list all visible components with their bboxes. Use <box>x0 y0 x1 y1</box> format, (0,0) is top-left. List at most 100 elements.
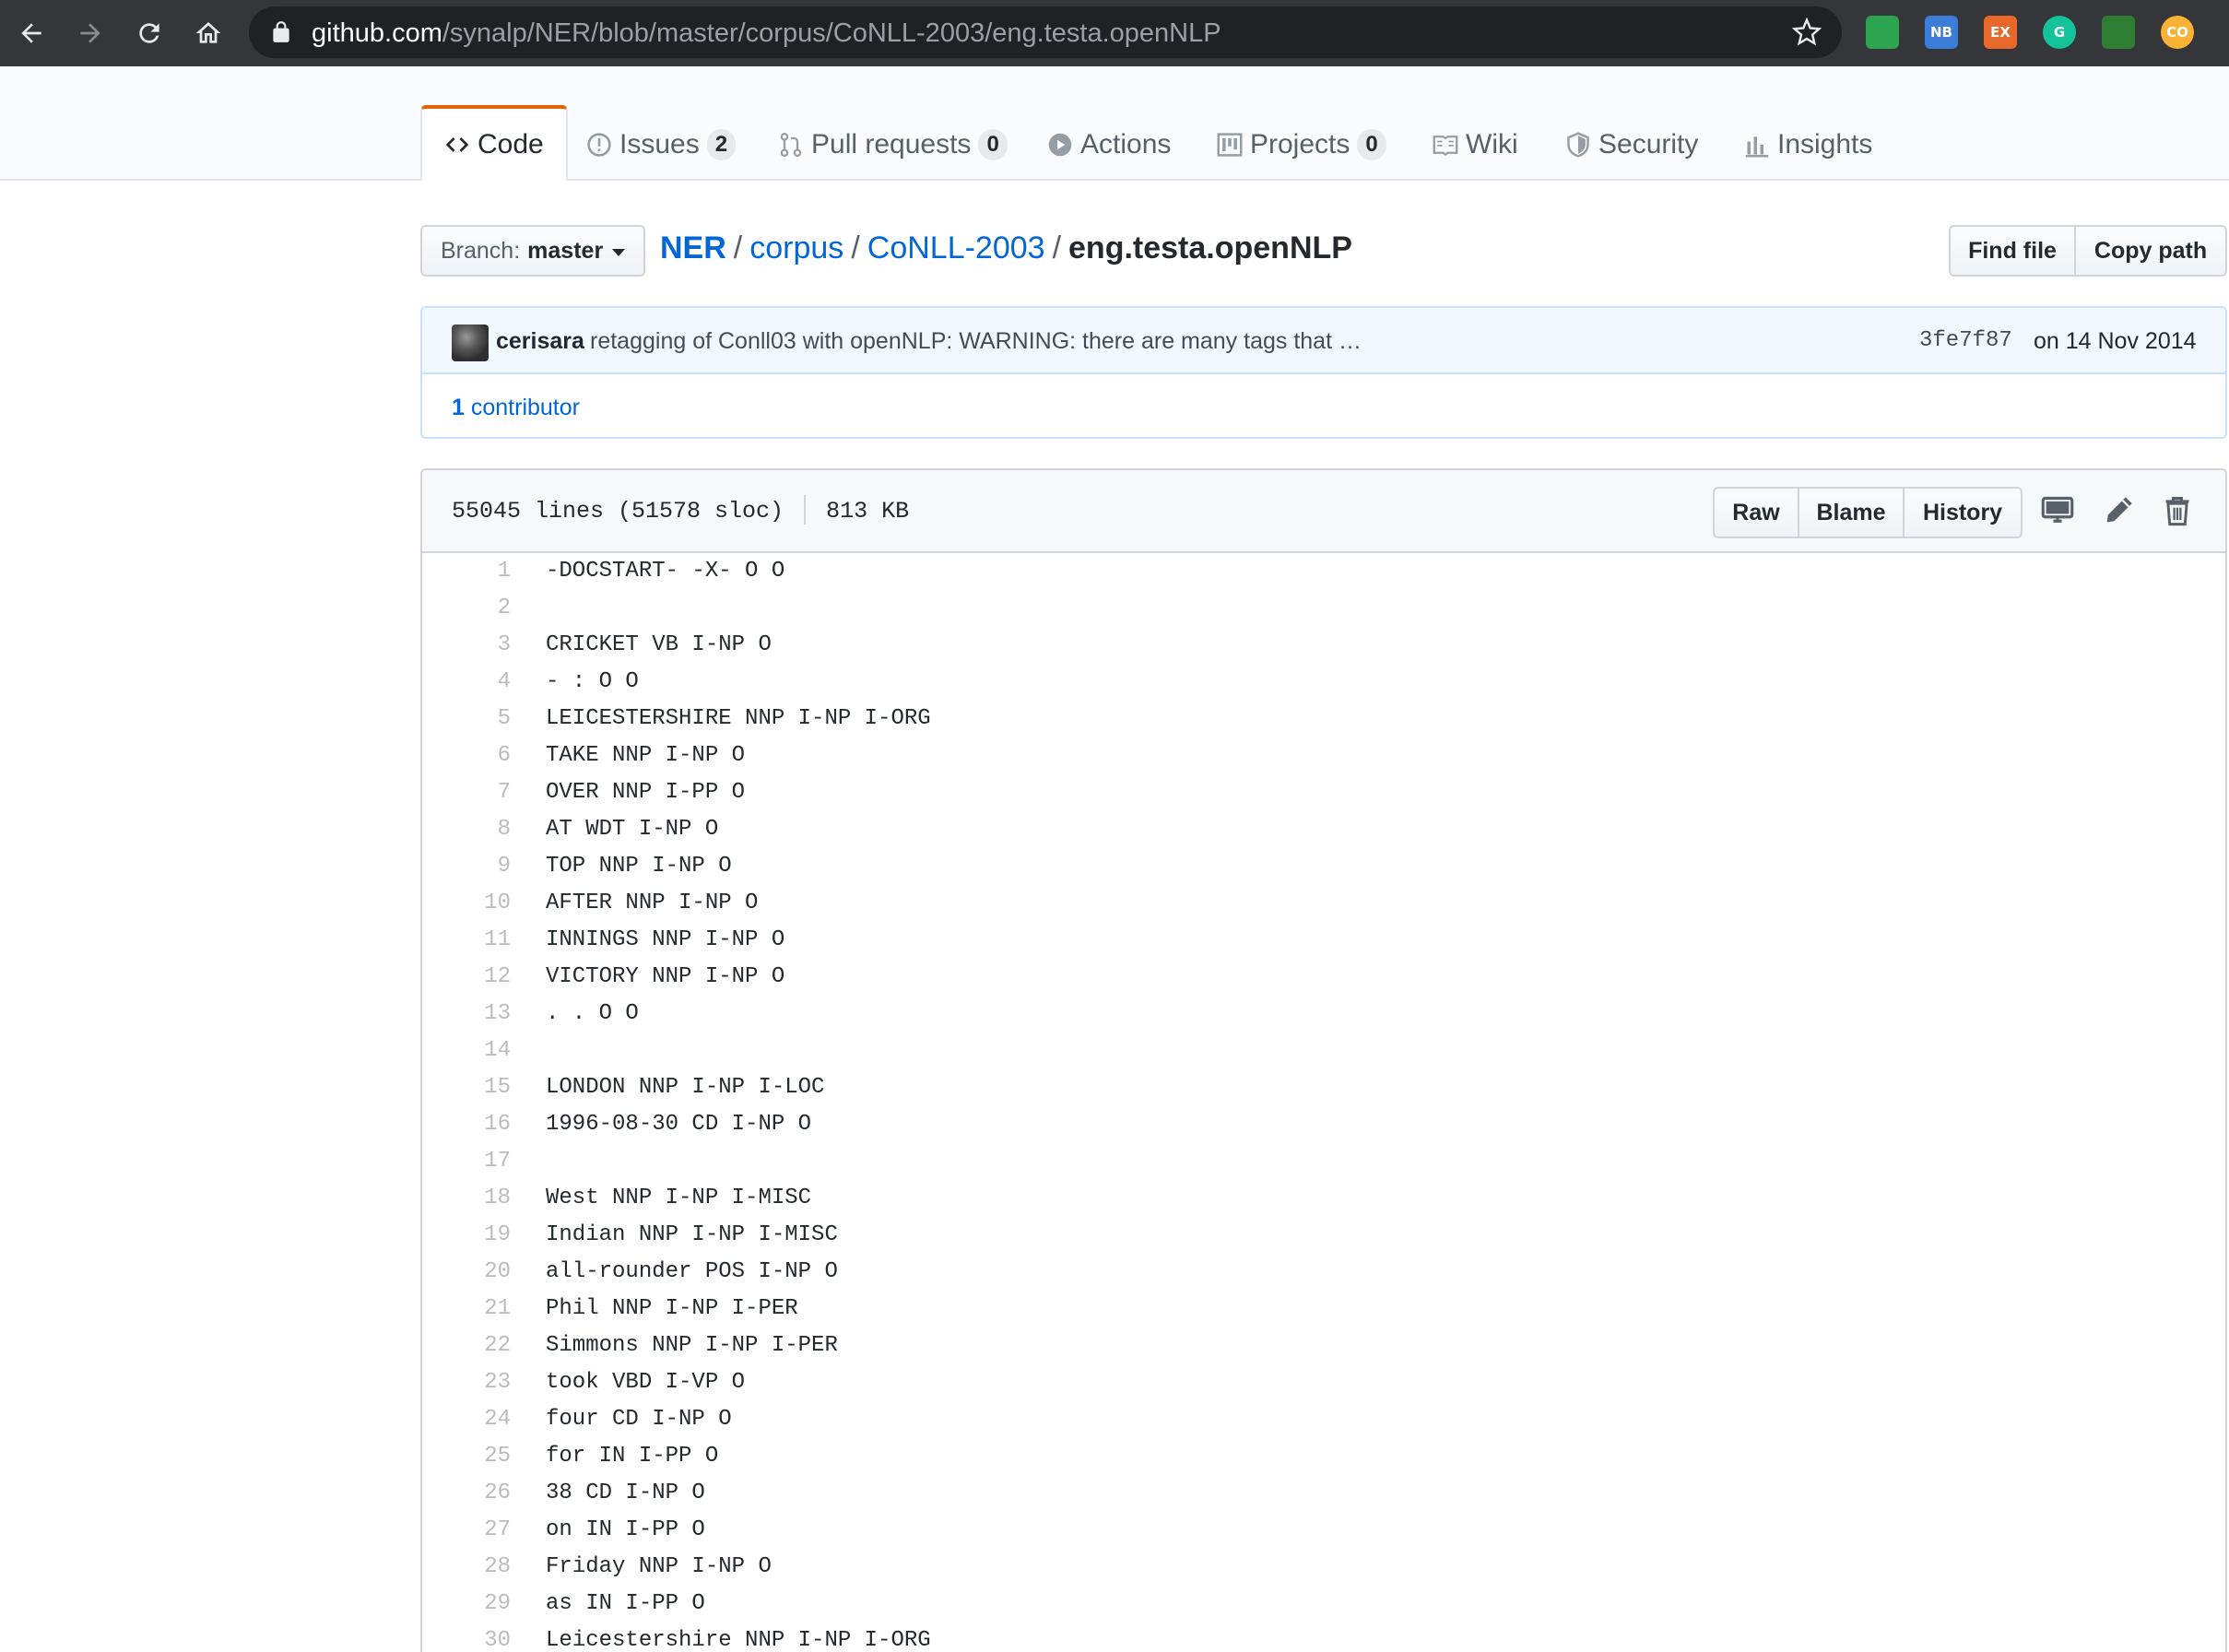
trash-icon[interactable] <box>2161 494 2194 527</box>
tab-pull-requests-label: Pull requests <box>811 129 972 159</box>
line-number[interactable]: 13 <box>422 996 511 1032</box>
find-file-button[interactable]: Find file <box>1949 225 2076 277</box>
code-line: 11 INNINGS NNP I-NP O <box>422 922 2225 959</box>
back-button[interactable] <box>9 11 53 55</box>
tab-pull-requests[interactable]: Pull requests 0 <box>778 107 1008 183</box>
contributors-count: 1 <box>452 395 465 420</box>
line-number[interactable]: 3 <box>422 627 511 664</box>
tab-security[interactable]: Security <box>1565 107 1698 183</box>
tab-code[interactable]: Code <box>420 105 568 181</box>
reload-button[interactable] <box>127 11 171 55</box>
code-line: 3 CRICKET VB I-NP O <box>422 627 2225 664</box>
line-number[interactable]: 11 <box>422 922 511 959</box>
line-number[interactable]: 17 <box>422 1143 511 1180</box>
line-number[interactable]: 9 <box>422 848 511 885</box>
address-bar[interactable]: github.com/synalp/NER/blob/master/corpus… <box>249 6 1842 58</box>
projects-counter: 0 <box>1357 129 1386 160</box>
code-line: 26 38 CD I-NP O <box>422 1475 2225 1512</box>
line-number[interactable]: 7 <box>422 774 511 811</box>
file-size: 813 KB <box>826 498 910 525</box>
commit-author[interactable]: cerisara <box>496 328 584 355</box>
latest-commit: cerisara retagging of Conll03 with openN… <box>422 308 2225 374</box>
line-number[interactable]: 29 <box>422 1586 511 1622</box>
raw-button[interactable]: Raw <box>1713 487 1799 538</box>
nb-ext-icon[interactable]: NB <box>1925 16 1958 49</box>
line-content: LEICESTERSHIRE NNP I-NP I-ORG <box>546 706 931 731</box>
tab-wiki[interactable]: Wiki <box>1433 107 1518 183</box>
line-content: VICTORY NNP I-NP O <box>546 964 785 989</box>
avatar[interactable] <box>452 324 489 361</box>
line-number[interactable]: 30 <box>422 1622 511 1652</box>
branch-name: master <box>527 237 604 264</box>
grammarly-ext-icon[interactable]: G <box>2043 16 2076 49</box>
breadcrumb-corpus-link[interactable]: corpus <box>749 230 843 266</box>
line-number[interactable]: 15 <box>422 1069 511 1106</box>
code-line: 17 <box>422 1143 2225 1180</box>
repo-nav: Code Issues 2 Pull requests 0 Actions Pr… <box>0 66 2229 181</box>
home-icon <box>195 22 221 43</box>
pencil-icon[interactable] <box>2102 494 2135 527</box>
contributors-link[interactable]: 1 contributor <box>452 395 580 421</box>
breadcrumb-conll-link[interactable]: CoNLL-2003 <box>867 230 1045 266</box>
line-number[interactable]: 5 <box>422 701 511 738</box>
line-content: CRICKET VB I-NP O <box>546 632 772 657</box>
tab-ext-icon[interactable] <box>1866 16 1899 49</box>
line-number[interactable]: 14 <box>422 1032 511 1069</box>
line-number[interactable]: 1 <box>422 553 511 590</box>
line-number[interactable]: 26 <box>422 1475 511 1512</box>
breadcrumb: NER / corpus / CoNLL-2003/eng.testa.openNLP <box>660 230 1352 266</box>
tab-issues[interactable]: Issues 2 <box>586 107 737 183</box>
history-button[interactable]: History <box>1905 487 2023 538</box>
line-number[interactable]: 4 <box>422 664 511 701</box>
line-number[interactable]: 8 <box>422 811 511 848</box>
line-number[interactable]: 22 <box>422 1328 511 1364</box>
tab-projects[interactable]: Projects 0 <box>1217 107 1386 183</box>
code-line: 15 LONDON NNP I-NP I-LOC <box>422 1069 2225 1106</box>
line-number[interactable]: 19 <box>422 1217 511 1254</box>
code-line: 25 for IN I-PP O <box>422 1438 2225 1475</box>
line-content: -DOCSTART- -X- O O <box>546 559 785 584</box>
file-header: 55045 lines (51578 sloc) 813 KB Raw Blam… <box>422 470 2225 553</box>
copy-path-button[interactable]: Copy path <box>2076 225 2227 277</box>
line-content: . . O O <box>546 1001 639 1026</box>
commit-sha[interactable]: 3fe7f87 <box>1919 328 2012 353</box>
code-line: 18 West NNP I-NP I-MISC <box>422 1180 2225 1217</box>
line-number[interactable]: 21 <box>422 1291 511 1328</box>
desktop-icon[interactable] <box>2041 494 2074 527</box>
ex-ext-icon[interactable]: EX <box>1984 16 2017 49</box>
line-number[interactable]: 12 <box>422 959 511 996</box>
line-number[interactable]: 2 <box>422 590 511 627</box>
line-number[interactable]: 25 <box>422 1438 511 1475</box>
home-button[interactable] <box>186 11 230 55</box>
co-ext-icon[interactable]: CO <box>2161 16 2194 49</box>
tab-insights[interactable]: Insights <box>1744 107 1872 183</box>
line-number[interactable]: 27 <box>422 1512 511 1549</box>
lock-icon <box>273 21 289 42</box>
line-content: LONDON NNP I-NP I-LOC <box>546 1075 825 1100</box>
line-content: as IN I-PP O <box>546 1591 705 1616</box>
caret-down-icon <box>612 249 626 256</box>
line-number[interactable]: 10 <box>422 885 511 922</box>
branch-select-button[interactable]: Branch: master <box>420 225 645 277</box>
code-line: 19 Indian NNP I-NP I-MISC <box>422 1217 2225 1254</box>
line-number[interactable]: 23 <box>422 1364 511 1401</box>
tab-actions[interactable]: Actions <box>1047 107 1171 183</box>
blame-button[interactable]: Blame <box>1799 487 1905 538</box>
line-number[interactable]: 28 <box>422 1549 511 1586</box>
file-lines-info: 55045 lines (51578 sloc) <box>452 498 784 525</box>
commit-message[interactable]: retagging of Conll03 with openNLP: WARNI… <box>590 328 1362 355</box>
bookmark-star-icon[interactable] <box>1792 18 1822 47</box>
breadcrumb-repo-link[interactable]: NER <box>660 230 726 266</box>
line-number[interactable]: 18 <box>422 1180 511 1217</box>
line-number[interactable]: 6 <box>422 738 511 774</box>
line-number[interactable]: 24 <box>422 1401 511 1438</box>
line-number[interactable]: 16 <box>422 1106 511 1143</box>
line-content: TAKE NNP I-NP O <box>546 743 746 768</box>
forward-button[interactable] <box>68 11 112 55</box>
tab-actions-label: Actions <box>1080 129 1172 159</box>
line-number[interactable]: 20 <box>422 1254 511 1291</box>
issue-icon <box>587 133 611 157</box>
pen-ext-icon[interactable] <box>2102 16 2135 49</box>
file-info-divider <box>804 495 807 525</box>
tab-issues-label: Issues <box>619 129 700 159</box>
